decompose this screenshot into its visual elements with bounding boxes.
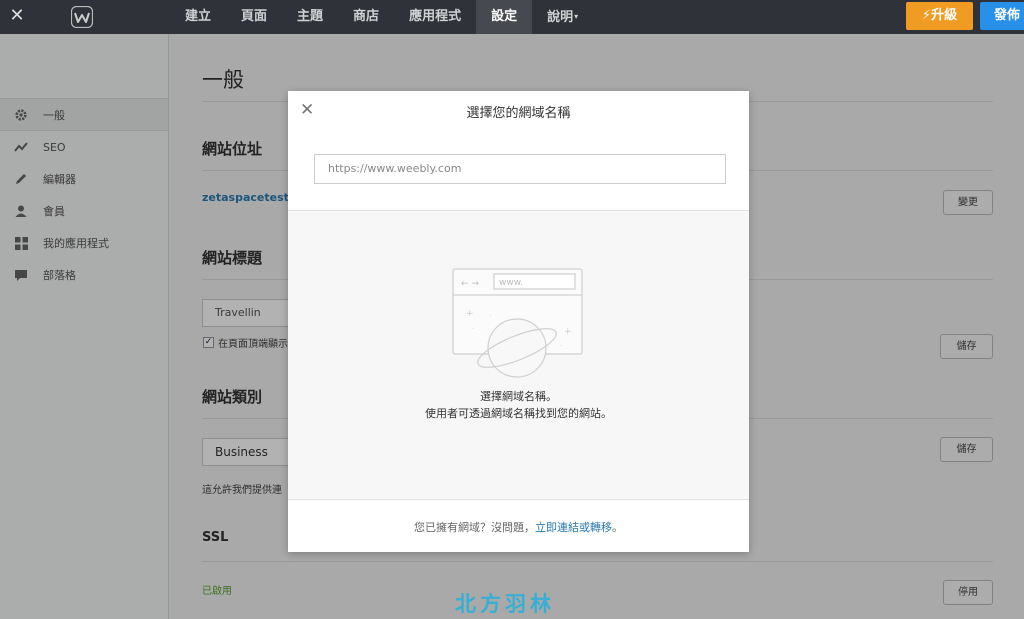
top-nav-item[interactable]: 頁面 [226,0,282,34]
watermark: 北方羽林 [455,591,555,616]
modal-line-2: 使用者可透過網域名稱找到您的網站。 [425,407,612,420]
svg-text:·: · [489,312,491,320]
top-nav: 建立 頁面 主題 商店 應用程式 設定 說明▾ [170,0,593,34]
top-nav-label: 主題 [297,9,324,24]
top-nav-item[interactable]: 說明▾ [532,0,593,34]
top-bar: ✕ 建立 頁面 主題 商店 應用程式 設定 說明▾ ⚡升級 發佈 [0,0,1024,34]
svg-text:+: + [466,309,474,319]
connect-domain-link[interactable]: 立即連結或轉移 [535,521,612,534]
modal-title: 選擇您的網域名稱 [466,106,571,121]
top-nav-item[interactable]: 建立 [170,0,226,34]
top-nav-label: 說明 [547,10,574,25]
top-nav-item[interactable]: 應用程式 [394,0,476,34]
weebly-logo-icon[interactable] [71,6,93,28]
domain-search-input[interactable]: https://www.weebly.com [314,154,726,184]
top-nav-label: 建立 [185,9,212,24]
top-nav-item[interactable]: 商店 [338,0,394,34]
svg-text:·: · [472,325,474,333]
top-nav-label: 設定 [491,9,518,24]
publish-button[interactable]: 發佈 [980,2,1024,30]
upgrade-label: 升級 [931,8,958,23]
domain-modal: ✕ 選擇您的網域名稱 https://www.weebly.com ← → ww… [288,91,749,552]
footer-text: 您已擁有網域？沒問題， [414,521,535,534]
browser-globe-illustration: ← → www. + · · + · [452,268,583,378]
top-nav-label: 商店 [353,9,380,24]
modal-footer: 您已擁有網域？沒問題，立即連結或轉移。 [288,519,749,535]
footer-end: 。 [612,521,623,534]
top-nav-label: 頁面 [241,9,268,24]
svg-text:·: · [560,342,562,350]
top-nav-item[interactable]: 主題 [282,0,338,34]
close-editor-icon[interactable]: ✕ [6,5,28,27]
svg-text:www.: www. [499,278,523,288]
lightning-icon: ⚡ [921,8,932,23]
svg-text:← →: ← → [461,279,479,289]
modal-body: ← → www. + · · + · 選擇網域名稱。 使用者可透過網域名稱找到您… [288,210,749,500]
modal-line-1: 選擇網域名稱。 [480,390,557,403]
svg-text:+: + [564,327,572,337]
upgrade-button[interactable]: ⚡升級 [906,2,973,30]
publish-label: 發佈 [994,8,1021,23]
top-nav-item[interactable]: 設定 [476,0,533,34]
top-nav-label: 應用程式 [409,9,462,24]
chevron-down-icon: ▾ [574,12,579,21]
